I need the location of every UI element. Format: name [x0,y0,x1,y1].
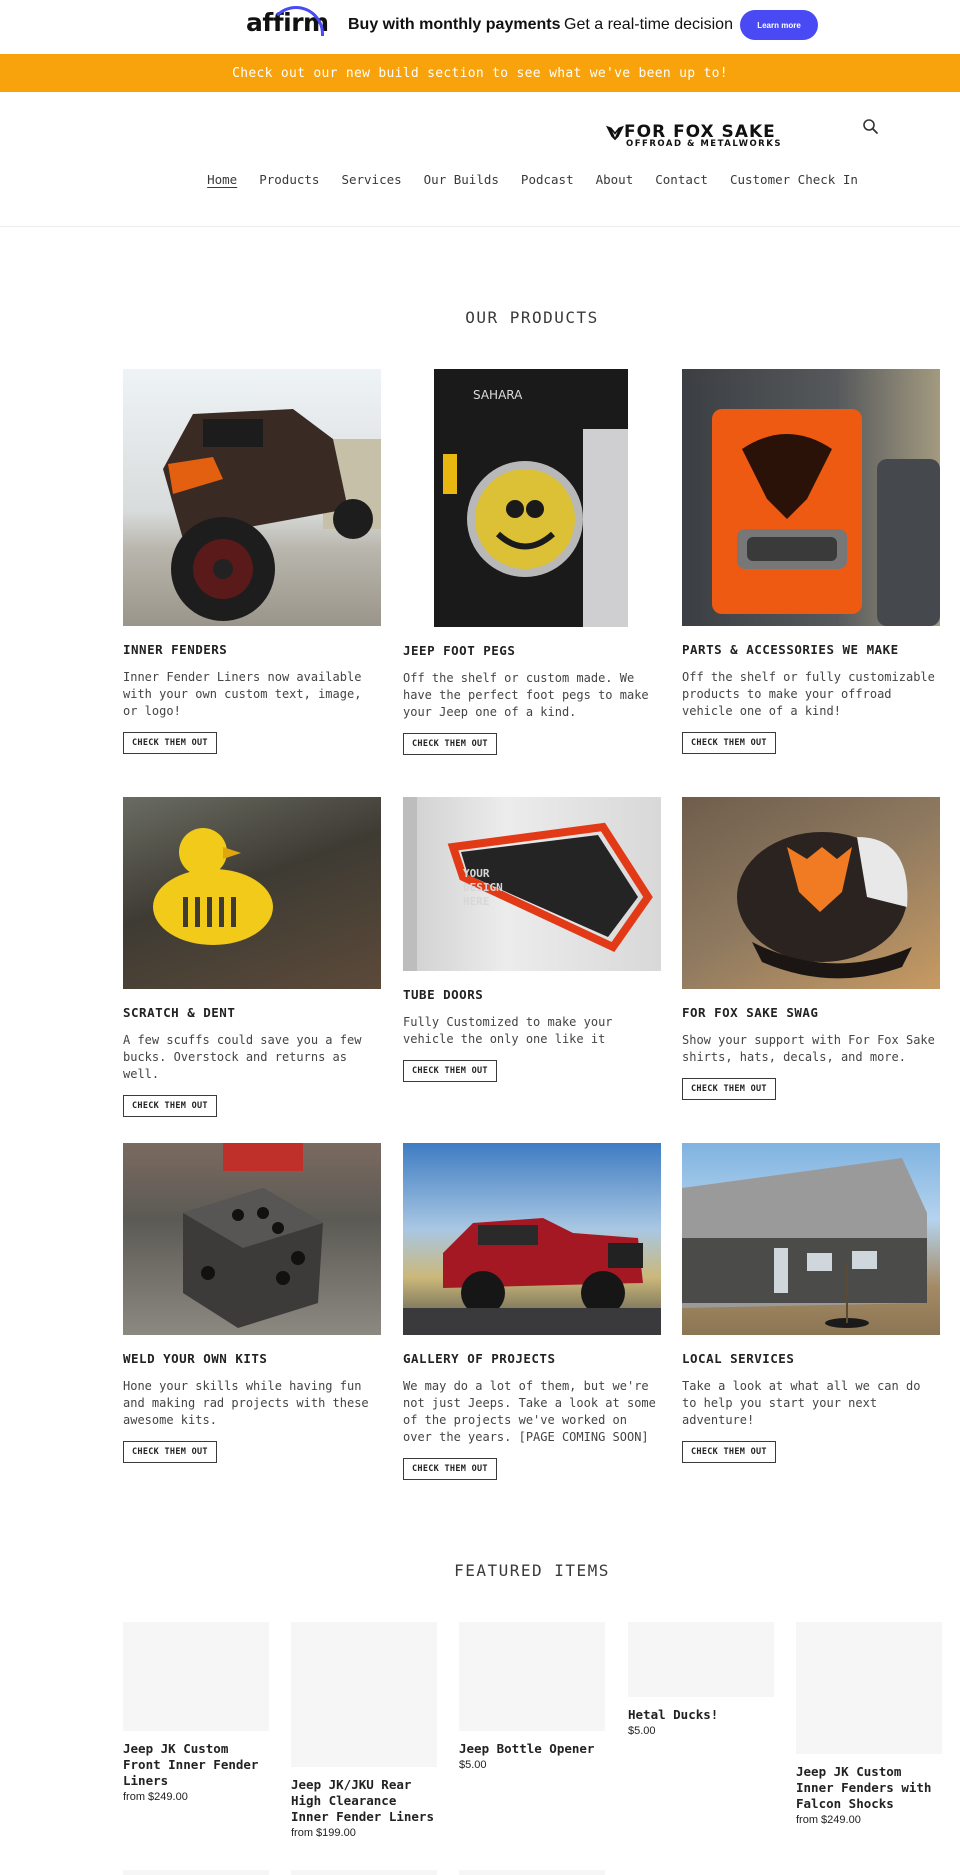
featured-item-image[interactable] [796,1622,942,1754]
featured-item-price: from $249.00 [796,1814,861,1826]
affirm-logo: affirm [246,6,329,37]
logo-line2: OFFROAD & METALWORKS [626,139,782,149]
main-nav: Home Products Services Our Builds Podcas… [0,172,960,187]
featured-item-card[interactable]: Hetal Ducks! $5.00 [628,1622,774,1737]
nav-home[interactable]: Home [207,172,237,187]
svg-text:SAHARA: SAHARA [473,388,523,402]
check-them-out-button[interactable]: CHECK THEM OUT [403,1458,497,1480]
product-card-jeep-foot-pegs: SAHARA JEEP FOOT PEGS Off the shelf or c… [403,369,661,755]
featured-item-image-next [459,1870,605,1875]
tube-door-design-text-2: DESIGN [463,881,503,894]
inner-fenders-image[interactable] [123,369,381,626]
featured-item-price: from $199.00 [291,1827,356,1839]
product-card-parts-accessories: PARTS & ACCESSORIES WE MAKE Off the shel… [682,369,940,754]
site-header: FOR FOX SAKE OFFROAD & METALWORKS Home P… [0,92,960,227]
jeep-foot-pegs-image[interactable]: SAHARA [403,369,661,627]
product-title: GALLERY OF PROJECTS [403,1351,556,1366]
featured-item-card[interactable]: Jeep JK Custom Front Inner Fender Liners… [123,1622,269,1803]
featured-item-card[interactable]: Jeep JK/JKU Rear High Clearance Inner Fe… [291,1622,437,1839]
featured-item-card[interactable]: Jeep Bottle Opener $5.00 [459,1622,605,1771]
affirm-headline: Buy with monthly payments [348,16,561,33]
featured-item-title[interactable]: Jeep JK Custom Front Inner Fender Liners [123,1741,269,1789]
featured-item-image-next [123,1870,269,1875]
featured-item-image[interactable] [459,1622,605,1731]
product-title: INNER FENDERS [123,642,228,657]
product-description: Show your support with For Fox Sake shir… [682,1033,935,1064]
featured-item-price: $5.00 [459,1759,487,1771]
affirm-subline: Get a real-time decision [564,16,733,33]
product-title: LOCAL SERVICES [682,1351,795,1366]
check-them-out-button[interactable]: CHECK THEM OUT [123,1441,217,1463]
product-title: JEEP FOOT PEGS [403,643,516,658]
product-description: We may do a lot of them, but we're not j… [403,1379,656,1444]
product-description: Off the shelf or fully customizable prod… [682,670,935,718]
tube-door-design-text-3: HERE [463,895,490,908]
parts-accessories-image[interactable] [682,369,940,626]
nav-customer-check-in[interactable]: Customer Check In [730,172,858,187]
product-description: Hone your skills while having fun and ma… [123,1379,369,1427]
nav-podcast[interactable]: Podcast [521,172,574,187]
nav-services[interactable]: Services [341,172,401,187]
nav-our-builds[interactable]: Our Builds [424,172,499,187]
featured-item-image[interactable] [628,1622,774,1697]
featured-item-title[interactable]: Jeep JK/JKU Rear High Clearance Inner Fe… [291,1777,437,1825]
fox-logo-icon [606,125,624,141]
featured-item-image-next [291,1870,437,1875]
swag-image[interactable] [682,797,940,989]
product-card-gallery: GALLERY OF PROJECTS We may do a lot of t… [403,1143,661,1480]
featured-item-card[interactable]: Jeep JK Custom Inner Fenders with Falcon… [796,1622,942,1826]
check-them-out-button[interactable]: CHECK THEM OUT [682,1441,776,1463]
product-title: SCRATCH & DENT [123,1005,236,1020]
product-card-scratch-dent: SCRATCH & DENT A few scuffs could save y… [123,797,381,1117]
product-card-tube-doors: YOUR DESIGN HERE TUBE DOORS Fully Custom… [403,797,661,1082]
product-card-local-services: LOCAL SERVICES Take a look at what all w… [682,1143,940,1463]
product-description: Off the shelf or custom made. We have th… [403,671,649,719]
product-title: TUBE DOORS [403,987,484,1002]
featured-item-image[interactable] [291,1622,437,1767]
check-them-out-button[interactable]: CHECK THEM OUT [123,1095,217,1117]
product-card-weld-kits: WELD YOUR OWN KITS Hone your skills whil… [123,1143,381,1463]
product-title: FOR FOX SAKE SWAG [682,1005,819,1020]
product-card-swag: FOR FOX SAKE SWAG Show your support with… [682,797,940,1100]
nav-about[interactable]: About [596,172,634,187]
tube-door-design-text-1: YOUR [463,867,490,880]
featured-item-price: $5.00 [628,1725,656,1737]
affirm-banner: affirm Buy with monthly payments Get a r… [0,0,960,54]
nav-products[interactable]: Products [259,172,319,187]
products-section-title: OUR PRODUCTS [465,308,599,327]
featured-item-title[interactable]: Hetal Ducks! [628,1707,774,1723]
featured-item-title[interactable]: Jeep JK Custom Inner Fenders with Falcon… [796,1764,942,1812]
featured-item-title[interactable]: Jeep Bottle Opener [459,1741,605,1757]
check-them-out-button[interactable]: CHECK THEM OUT [403,733,497,755]
check-them-out-button[interactable]: CHECK THEM OUT [682,732,776,754]
product-description: A few scuffs could save you a few bucks.… [123,1033,362,1081]
product-title: WELD YOUR OWN KITS [123,1351,268,1366]
local-services-image[interactable] [682,1143,940,1335]
featured-item-price: from $249.00 [123,1791,188,1803]
gallery-image[interactable] [403,1143,661,1335]
featured-section-title: FEATURED ITEMS [454,1561,610,1580]
product-description: Take a look at what all we can do to hel… [682,1379,921,1427]
check-them-out-button[interactable]: CHECK THEM OUT [403,1060,497,1082]
search-icon[interactable] [862,118,880,136]
scratch-dent-image[interactable] [123,797,381,989]
announcement-bar[interactable]: Check out our new build section to see w… [0,54,960,92]
featured-item-image[interactable] [123,1622,269,1731]
check-them-out-button[interactable]: CHECK THEM OUT [123,732,217,754]
check-them-out-button[interactable]: CHECK THEM OUT [682,1078,776,1100]
nav-contact[interactable]: Contact [655,172,708,187]
product-description: Fully Customized to make your vehicle th… [403,1015,613,1046]
product-description: Inner Fender Liners now available with y… [123,670,362,718]
learn-more-button[interactable]: Learn more [740,10,818,40]
product-card-inner-fenders: INNER FENDERS Inner Fender Liners now av… [123,369,381,754]
tube-doors-image[interactable]: YOUR DESIGN HERE [403,797,661,971]
site-logo[interactable]: FOR FOX SAKE OFFROAD & METALWORKS [606,122,786,149]
product-title: PARTS & ACCESSORIES WE MAKE [682,642,899,657]
weld-kits-image[interactable] [123,1143,381,1335]
